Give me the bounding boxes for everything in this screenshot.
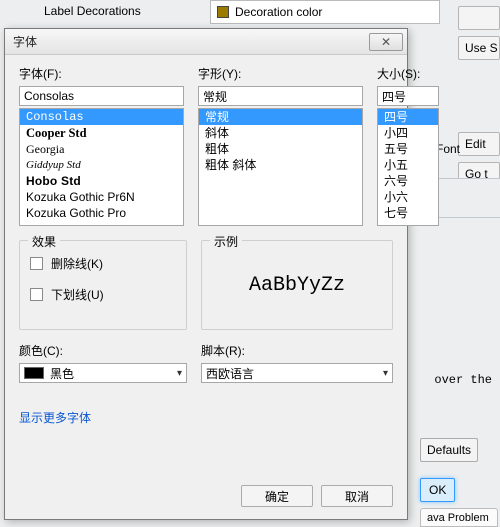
color-combo[interactable]: 黑色 ▾: [19, 363, 187, 383]
size-label: 大小(S):: [377, 65, 439, 82]
ok-main-button[interactable]: OK: [420, 478, 455, 502]
style-input[interactable]: [198, 86, 363, 106]
use-button[interactable]: Use S: [458, 36, 500, 60]
font-input[interactable]: [19, 86, 184, 106]
size-list[interactable]: 四号 小四 五号 小五 六号 小六 七号: [377, 108, 439, 226]
dialog-title: 字体: [13, 33, 363, 50]
edit-button[interactable]: Edit: [458, 132, 500, 156]
style-option-regular[interactable]: 常规: [199, 109, 362, 125]
size-option-1[interactable]: 小四: [378, 125, 438, 141]
font-option-georgia[interactable]: Georgia: [20, 141, 183, 157]
size-option-5[interactable]: 小六: [378, 189, 438, 205]
underline-label: 下划线(U): [51, 286, 104, 303]
size-input[interactable]: [377, 86, 439, 106]
size-option-6[interactable]: 七号: [378, 205, 438, 221]
style-option-bold[interactable]: 粗体: [199, 141, 362, 157]
chevron-down-icon: ▾: [177, 368, 182, 379]
size-option-3[interactable]: 小五: [378, 157, 438, 173]
font-dialog: 字体 ✕ 字体(F): Consolas Cooper Std Georgia …: [4, 28, 408, 520]
underline-checkbox[interactable]: 下划线(U): [30, 286, 176, 303]
script-value: 西欧语言: [206, 365, 254, 382]
close-icon: ✕: [381, 35, 391, 49]
font-option-cooper[interactable]: Cooper Std: [20, 125, 183, 141]
font-option-consolas[interactable]: Consolas: [20, 109, 183, 125]
style-option-bolditalic[interactable]: 粗体 斜体: [199, 157, 362, 173]
style-list[interactable]: 常规 斜体 粗体 粗体 斜体: [198, 108, 363, 226]
script-label: 脚本(R):: [201, 342, 393, 359]
color-label: 颜色(C):: [19, 342, 187, 359]
font-label: 字体(F):: [19, 65, 184, 82]
more-fonts-link[interactable]: 显示更多字体: [19, 409, 393, 426]
dialog-ok-button[interactable]: 确定: [241, 485, 313, 507]
size-option-0[interactable]: 四号: [378, 109, 438, 125]
strike-checkbox[interactable]: 删除线(K): [30, 255, 176, 272]
sample-preview: AaBbYyZz: [249, 274, 345, 297]
over-text: over the: [434, 373, 492, 387]
restore-defaults-button[interactable]: Defaults: [420, 438, 478, 462]
checkbox-box: [30, 257, 43, 270]
style-label: 字形(Y):: [198, 65, 363, 82]
decoration-swatch: [217, 6, 229, 18]
script-combo[interactable]: 西欧语言 ▾: [201, 363, 393, 383]
style-option-italic[interactable]: 斜体: [199, 125, 362, 141]
font-option-kozuka2[interactable]: Kozuka Gothic Pro: [20, 205, 183, 221]
tree-item-label-decorations[interactable]: Label Decorations: [44, 4, 141, 18]
font-option-kozuka1[interactable]: Kozuka Gothic Pr6N: [20, 189, 183, 205]
color-swatch: [24, 367, 44, 379]
chevron-down-icon: ▾: [383, 368, 388, 379]
size-option-2[interactable]: 五号: [378, 141, 438, 157]
unknown-button-top[interactable]: [458, 6, 500, 30]
java-problem-tab[interactable]: ava Problem: [420, 508, 498, 527]
size-option-4[interactable]: 六号: [378, 173, 438, 189]
dialog-cancel-button[interactable]: 取消: [321, 485, 393, 507]
titlebar: 字体 ✕: [5, 29, 407, 55]
font-option-giddyup[interactable]: Giddyup Std: [20, 157, 183, 173]
sample-group: 示例 AaBbYyZz: [201, 240, 393, 330]
font-list[interactable]: Consolas Cooper Std Georgia Giddyup Std …: [19, 108, 184, 226]
color-value: 黑色: [50, 365, 74, 382]
font-option-hobo[interactable]: Hobo Std: [20, 173, 183, 189]
effects-title: 效果: [28, 233, 60, 250]
font-ext-label: Font: [436, 142, 460, 156]
effects-group: 效果 删除线(K) 下划线(U): [19, 240, 187, 330]
decoration-row[interactable]: Decoration color: [210, 0, 440, 24]
strike-label: 删除线(K): [51, 255, 103, 272]
checkbox-box: [30, 288, 43, 301]
sample-title: 示例: [210, 233, 242, 250]
decoration-label: Decoration color: [235, 5, 322, 19]
close-button[interactable]: ✕: [369, 33, 403, 51]
